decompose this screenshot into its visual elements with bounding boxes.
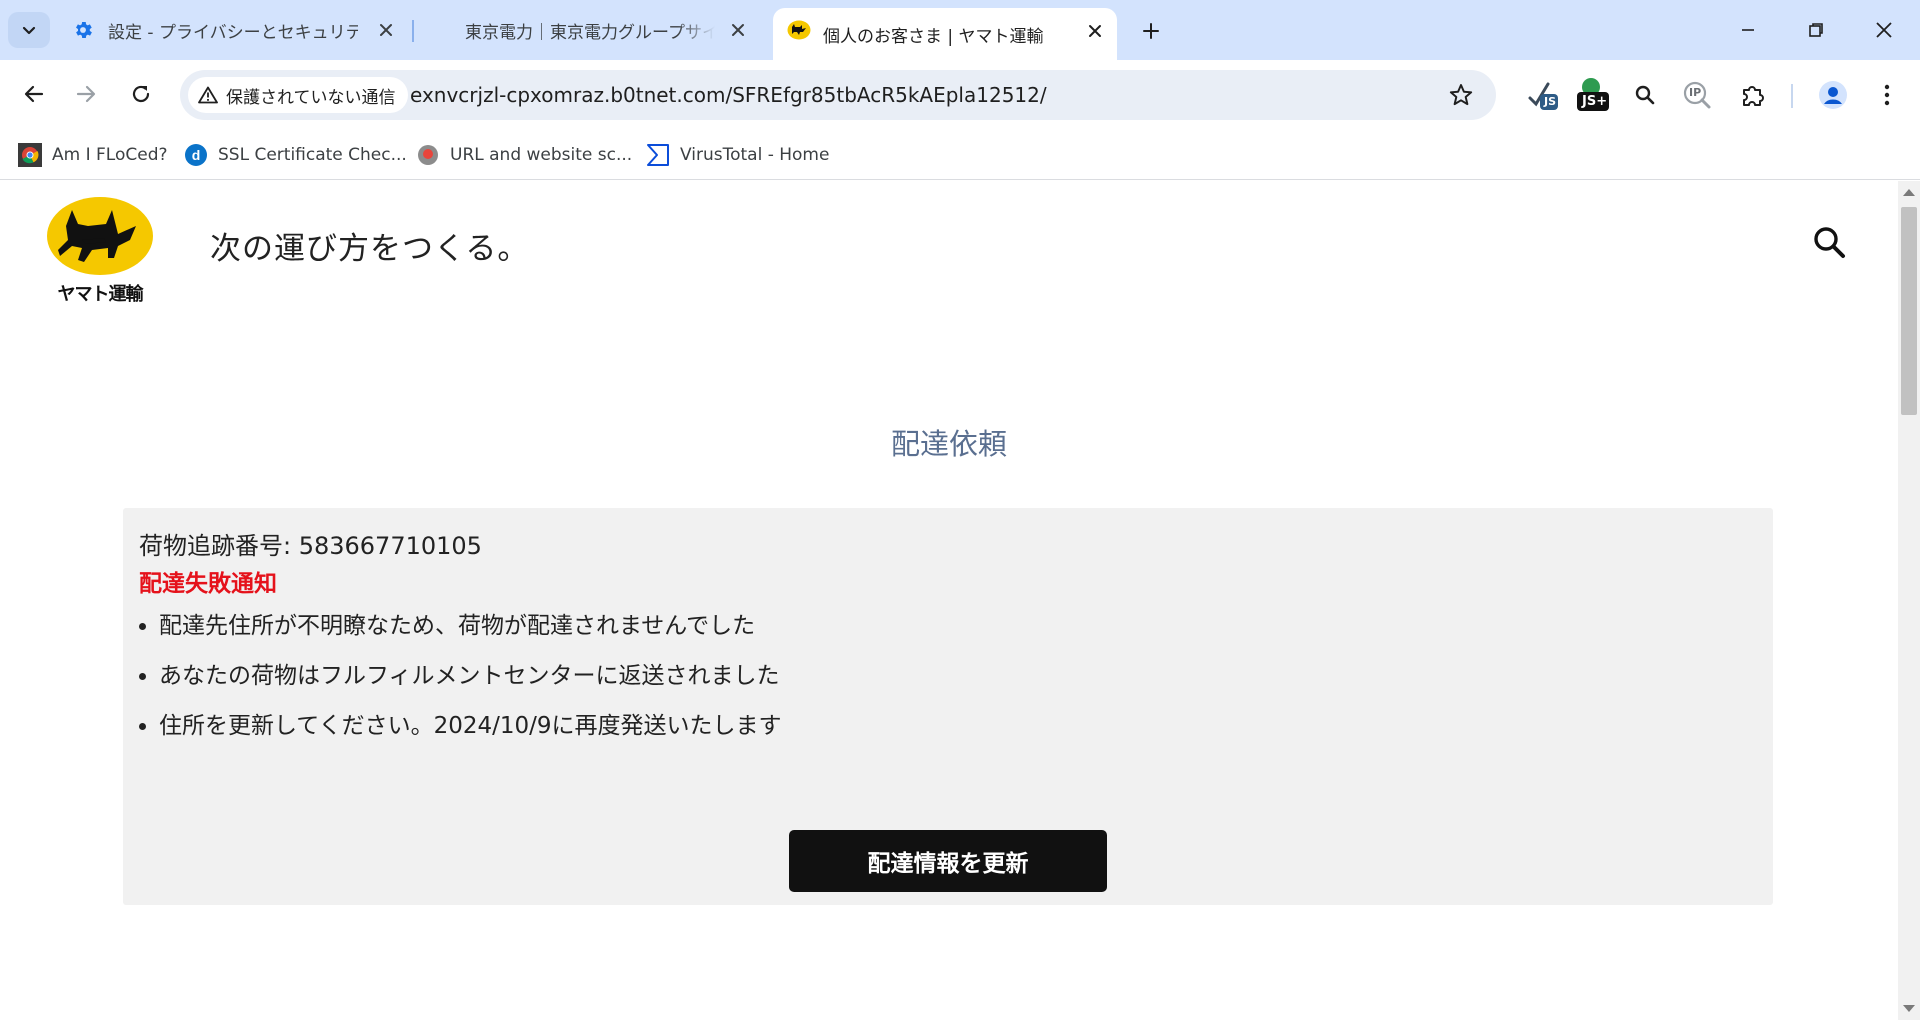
- urlscan-icon: [418, 145, 438, 165]
- reload-icon: [132, 85, 150, 103]
- bookmark-label: Am I FLoCed?: [52, 145, 168, 165]
- close-icon: [1876, 22, 1892, 38]
- tab-title: 東京電力｜東京電力グループサイト: [465, 22, 715, 43]
- reload-button[interactable]: [121, 74, 161, 114]
- notice-list: 配達先住所が不明瞭なため、荷物が配達されませんでした あなたの荷物はフルフィルメ…: [159, 611, 782, 761]
- close-tab-button[interactable]: [1085, 21, 1105, 41]
- delivery-failure-title: 配達失敗通知: [139, 571, 277, 597]
- security-label: 保護されていない通信: [226, 87, 396, 108]
- star-icon[interactable]: [1448, 82, 1474, 108]
- search-icon: [1814, 227, 1845, 258]
- section-title: 配達依頼: [890, 427, 1007, 461]
- list-item: あなたの荷物はフルフィルメントセンターに返送されました: [159, 661, 782, 711]
- scroll-thumb[interactable]: [1901, 207, 1917, 415]
- toolbar-divider: [1791, 84, 1793, 108]
- page-scrollbar[interactable]: [1898, 181, 1920, 1020]
- tab-settings[interactable]: 設定 - プライバシーとセキュリティ: [60, 8, 408, 52]
- restore-button[interactable]: [1794, 10, 1838, 50]
- tab-search-button[interactable]: [8, 12, 50, 48]
- chevron-down-icon: [22, 26, 36, 35]
- extension-js-toggle[interactable]: JS: [1524, 76, 1562, 114]
- delivery-notice-panel: 荷物追跡番号: 583667710105 配達失敗通知 配達先住所が不明瞭なため…: [123, 508, 1773, 905]
- minimize-icon: [1742, 29, 1754, 31]
- arrow-right-icon: [76, 85, 96, 103]
- extension-search[interactable]: [1626, 76, 1664, 114]
- bookmark-label: VirusTotal - Home: [680, 145, 830, 165]
- yamato-cat-logo-icon: [47, 197, 153, 275]
- jsplus-label: JS+: [1582, 94, 1608, 109]
- extension-ip-lookup[interactable]: IP: [1678, 76, 1716, 114]
- scroll-down-arrow-icon[interactable]: [1903, 1005, 1915, 1012]
- js-label: JS: [1544, 95, 1557, 108]
- site-search-button[interactable]: [1812, 225, 1846, 263]
- restore-icon: [1809, 23, 1823, 37]
- security-indicator[interactable]: 保護されていない通信: [188, 77, 408, 113]
- bookmark-virustotal[interactable]: VirusTotal - Home: [646, 138, 829, 172]
- bookmark-label: SSL Certificate Chec...: [218, 145, 407, 165]
- close-icon: [380, 24, 392, 36]
- tracking-number: 荷物追跡番号: 583667710105: [139, 532, 482, 560]
- bookmark-urlscan[interactable]: URL and website sc...: [416, 138, 632, 172]
- tab-tepco[interactable]: 東京電力｜東京電力グループサイト: [415, 8, 760, 52]
- arrow-left-icon: [24, 85, 44, 103]
- close-tab-button[interactable]: [728, 20, 748, 40]
- profile-button[interactable]: [1814, 76, 1852, 114]
- warning-triangle-icon: [198, 86, 218, 104]
- yamato-cat-icon: [787, 20, 811, 40]
- extension-jsplus[interactable]: JS+: [1572, 76, 1614, 114]
- kebab-menu-icon: [1884, 84, 1890, 106]
- chrome-logo-icon: [18, 143, 42, 167]
- update-delivery-info-button[interactable]: 配達情報を更新: [789, 830, 1107, 892]
- tab-separator: [412, 20, 414, 42]
- plus-icon: [1143, 23, 1159, 39]
- new-tab-button[interactable]: [1136, 16, 1166, 46]
- bookmark-am-i-floced[interactable]: Am I FLoCed?: [18, 138, 168, 172]
- gear-icon: [76, 22, 92, 38]
- close-tab-button[interactable]: [376, 20, 396, 40]
- url-text[interactable]: exnvcrjzl-cpxomraz.b0tnet.com/SFREfgr85t…: [410, 83, 1047, 107]
- extensions-menu-button[interactable]: [1734, 76, 1772, 114]
- digicert-icon: d: [185, 144, 207, 166]
- close-icon: [732, 24, 744, 36]
- browser-toolbar: 保護されていない通信 exnvcrjzl-cpxomraz.b0tnet.com…: [0, 60, 1920, 130]
- tab-yamato-active[interactable]: 個人のお客さま | ヤマト運輸: [773, 8, 1117, 60]
- browser-menu-button[interactable]: [1868, 76, 1906, 114]
- ip-label: IP: [1689, 86, 1702, 99]
- list-item: 住所を更新してください。2024/10/9に再度発送いたします: [159, 711, 782, 761]
- back-button[interactable]: [14, 74, 54, 114]
- scroll-up-arrow-icon[interactable]: [1903, 189, 1915, 196]
- minimize-button[interactable]: [1726, 10, 1770, 50]
- close-icon: [1089, 25, 1101, 37]
- list-item: 配達先住所が不明瞭なため、荷物が配達されませんでした: [159, 611, 782, 661]
- logo-text: ヤマト運輸: [57, 284, 144, 305]
- magnifier-icon: [1635, 85, 1655, 105]
- puzzle-piece-icon: [1743, 86, 1764, 106]
- page-viewport: ヤマト運輸 次の運び方をつくる。 配達依頼 荷物追跡番号: 5836677101…: [0, 181, 1898, 1020]
- close-window-button[interactable]: [1862, 10, 1906, 50]
- bookmark-ssl-checker[interactable]: d SSL Certificate Chec...: [184, 138, 407, 172]
- tab-strip: 設定 - プライバシーとセキュリティ 東京電力｜東京電力グループサイト 個人のお…: [0, 0, 1920, 60]
- site-tagline: 次の運び方をつくる。: [210, 231, 530, 267]
- avatar-icon: [1819, 81, 1847, 109]
- forward-button[interactable]: [66, 74, 106, 114]
- tab-title: 個人のお客さま | ヤマト運輸: [823, 26, 1044, 47]
- bookmark-label: URL and website sc...: [450, 145, 633, 165]
- virustotal-icon: [647, 144, 669, 166]
- address-bar[interactable]: 保護されていない通信 exnvcrjzl-cpxomraz.b0tnet.com…: [180, 70, 1496, 120]
- tab-title: 設定 - プライバシーとセキュリティ: [108, 22, 358, 43]
- bookmarks-bar: Am I FLoCed? d SSL Certificate Chec... U…: [0, 130, 1920, 180]
- yamato-logo[interactable]: ヤマト運輸: [44, 196, 156, 305]
- svg-text:d: d: [192, 147, 201, 163]
